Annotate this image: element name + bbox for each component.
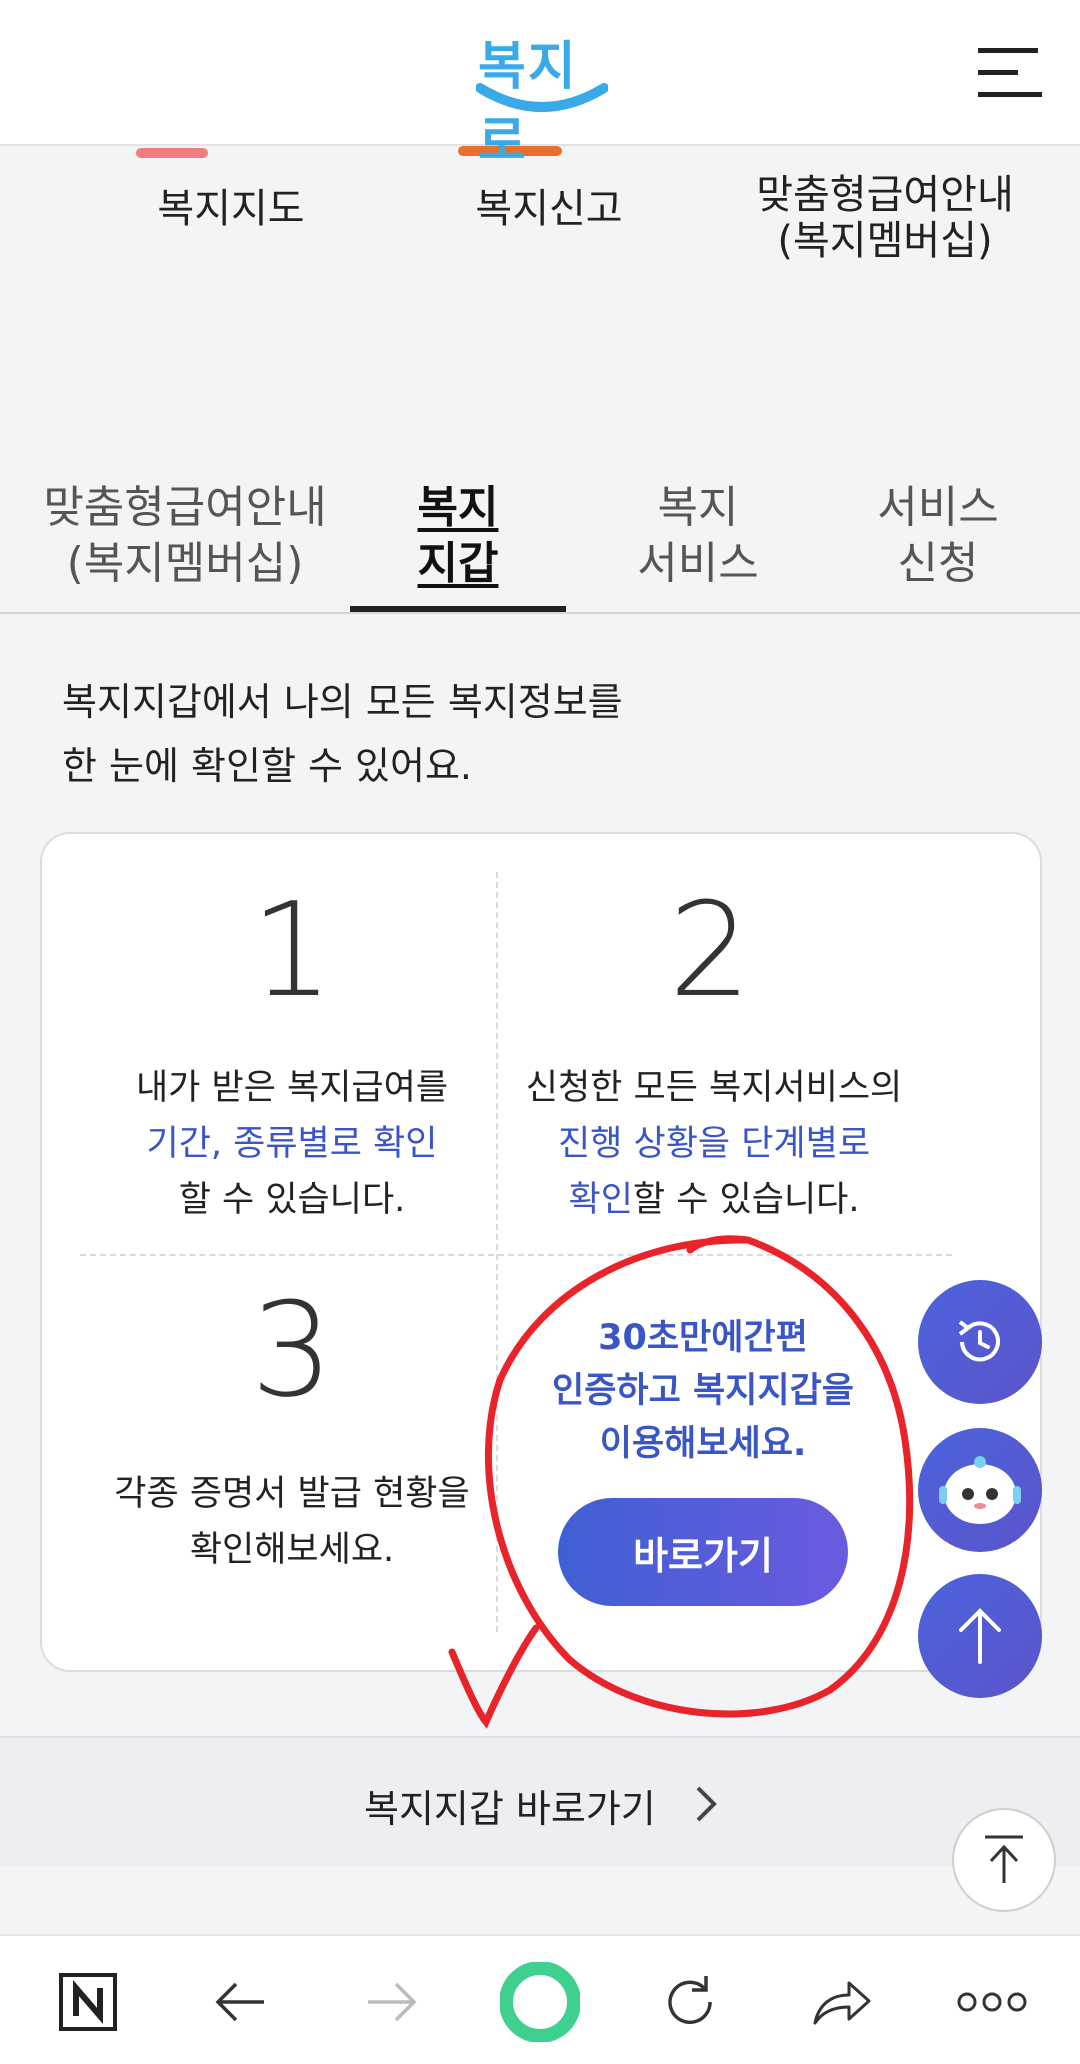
tab-label: 서비스: [877, 482, 999, 533]
naver-icon: [59, 1973, 117, 2031]
feature-highlight: 확인: [568, 1180, 633, 1220]
feature-description: 신청한 모든 복지서비스의 진행 상황을 단계별로 확인할 수 있습니다.: [498, 1060, 930, 1228]
home-icon: [500, 1962, 580, 2042]
tab-membership[interactable]: 맞춤형급여안내 (복지멤버십): [30, 480, 340, 592]
feature-text: 할 수 있습니다.: [178, 1180, 406, 1220]
forward-button[interactable]: [352, 1964, 432, 2040]
refresh-button[interactable]: [650, 1964, 730, 2040]
feature-description: 각종 증명서 발급 현황을 확인해보세요.: [82, 1466, 502, 1578]
scroll-top-button[interactable]: [918, 1574, 1042, 1698]
recent-history-button[interactable]: [918, 1280, 1042, 1404]
cta-message: 30초만에간편 인증하고 복지지갑을 이용해보세요.: [498, 1312, 908, 1471]
wallet-feature-card: 1 내가 받은 복지급여를 기간, 종류별로 확인 할 수 있습니다. 2 신청…: [40, 832, 1042, 1672]
active-tab-indicator: [350, 606, 566, 612]
feature-text: 각종 증명서 발급 현황을: [114, 1474, 470, 1514]
tab-label: (복지멤버십): [66, 538, 304, 589]
feature-description: 내가 받은 복지급여를 기간, 종류별로 확인 할 수 있습니다.: [82, 1060, 502, 1228]
chatbot-icon: [939, 1456, 1021, 1524]
intro-line: 한 눈에 확인할 수 있어요.: [62, 744, 472, 788]
more-button[interactable]: [952, 1964, 1032, 2040]
quick-item-membership[interactable]: 맞춤형급여안내 (복지멤버십): [730, 172, 1040, 264]
tab-label: 지갑: [417, 538, 499, 589]
home-button[interactable]: [500, 1962, 580, 2042]
forward-icon: [368, 1982, 417, 2022]
tab-bar: 맞춤형급여안내 (복지멤버십) 복지 지갑 복지 서비스 서비스 신청: [0, 462, 1080, 614]
share-button[interactable]: [802, 1964, 882, 2040]
page-top-button[interactable]: [952, 1808, 1056, 1912]
cta-line: 인증하고 복지지갑을: [552, 1371, 854, 1411]
naver-button[interactable]: [48, 1964, 128, 2040]
feature-number: 1: [250, 874, 334, 1026]
tab-label: 서비스: [637, 538, 759, 589]
quick-item-label: 맞춤형급여안내: [756, 172, 1014, 218]
cta-line: 30초만에간편: [598, 1318, 808, 1358]
tab-service-apply[interactable]: 서비스 신청: [840, 480, 1036, 592]
quick-item-label: 복지지도: [157, 186, 305, 232]
feature-text: 신청한 모든 복지서비스의: [525, 1068, 903, 1108]
quick-item-label: 복지신고: [475, 186, 623, 232]
quick-item-sublabel: (복지멤버십): [777, 218, 993, 264]
feature-highlight: 진행 상황을 단계별로: [557, 1124, 871, 1164]
feature-text: 할 수 있습니다.: [632, 1180, 860, 1220]
wallet-shortcut-link[interactable]: 복지지갑 바로가기: [0, 1736, 1080, 1866]
recent-history-icon: [958, 1320, 1000, 1362]
divider: [80, 1254, 952, 1256]
go-wallet-button[interactable]: 바로가기: [558, 1498, 848, 1606]
quick-item-welfare-map[interactable]: 복지지도: [116, 186, 346, 232]
chatbot-button[interactable]: [918, 1428, 1042, 1552]
feature-text: 내가 받은 복지급여를: [135, 1068, 449, 1108]
browser-bottom-nav: [0, 1934, 1080, 2064]
intro-line: 복지지갑에서 나의 모든 복지정보를: [62, 680, 623, 724]
chevron-right-icon: [696, 1786, 717, 1822]
quick-item-welfare-report[interactable]: 복지신고: [434, 186, 664, 232]
tab-label: 신청: [897, 538, 979, 589]
logo-smile-icon: [476, 83, 608, 112]
tab-label: 복지: [417, 482, 499, 533]
bokjiro-logo[interactable]: 복지로: [470, 18, 620, 172]
refresh-icon: [668, 1976, 712, 2024]
tab-welfare-service[interactable]: 복지 서비스: [600, 480, 796, 592]
to-top-icon: [985, 1835, 1023, 1883]
tab-label: 복지: [657, 482, 739, 533]
app-header: 복지로: [0, 0, 1080, 172]
welfare-map-icon: [136, 148, 208, 158]
feature-highlight: 기간, 종류별로 확인: [146, 1124, 438, 1164]
tab-label: 맞춤형급여안내: [43, 482, 327, 533]
back-icon: [215, 1982, 264, 2022]
arrow-up-icon: [959, 1608, 1001, 1664]
back-button[interactable]: [200, 1964, 280, 2040]
wallet-intro: 복지지갑에서 나의 모든 복지정보를 한 눈에 확인할 수 있어요.: [62, 670, 623, 798]
more-icon: [957, 1992, 1027, 2012]
feature-number: 3: [250, 1274, 334, 1426]
feature-text: 확인해보세요.: [189, 1530, 395, 1570]
wallet-shortcut-label: 복지지갑 바로가기: [364, 1787, 656, 1831]
cta-line: 이용해보세요.: [599, 1424, 807, 1464]
tab-welfare-wallet[interactable]: 복지 지갑: [360, 480, 556, 592]
feature-number: 2: [668, 874, 752, 1026]
share-icon: [813, 1981, 871, 2025]
hamburger-menu-icon[interactable]: [974, 44, 1046, 102]
